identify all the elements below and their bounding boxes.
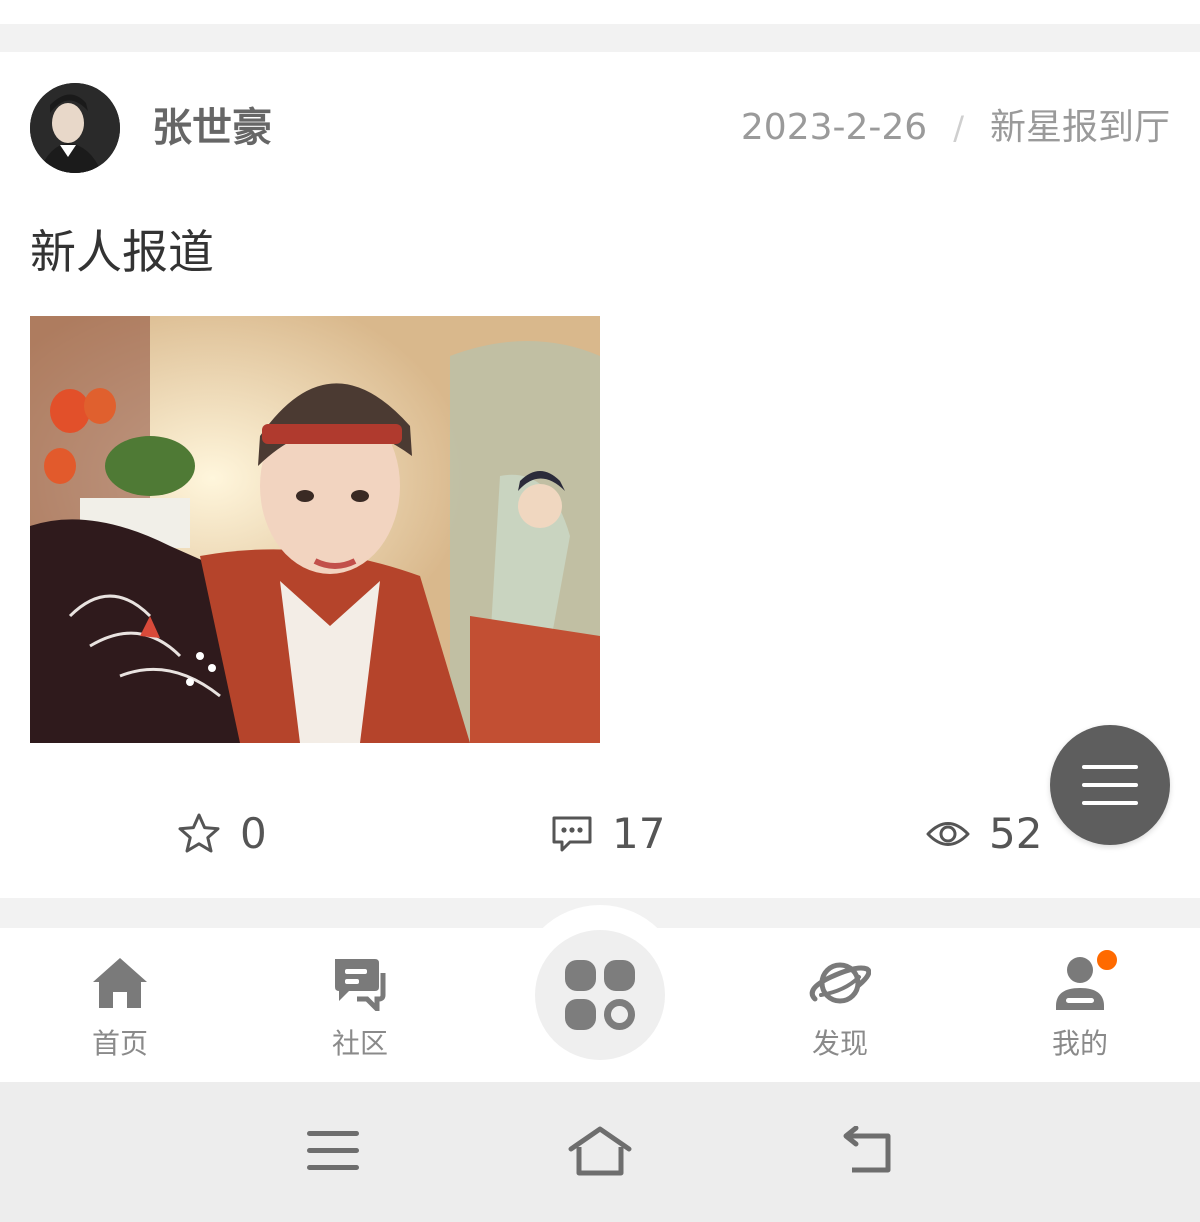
post-photo (30, 316, 600, 743)
system-menu-button[interactable] (297, 1118, 369, 1184)
post-image[interactable] (30, 316, 600, 743)
notification-badge (1094, 947, 1120, 973)
grid-apps-icon (565, 960, 635, 1030)
post-date: 2023-2-26 (740, 107, 928, 148)
system-home-button[interactable] (564, 1118, 636, 1184)
comment-icon[interactable] (550, 814, 594, 854)
tab-home[interactable]: 首页 (60, 950, 180, 1070)
floating-menu-button[interactable] (1050, 725, 1170, 845)
like-stat[interactable]: 0 (176, 808, 267, 860)
avatar[interactable] (30, 83, 120, 173)
tab-community[interactable]: 社区 (300, 950, 420, 1070)
back-icon (843, 1126, 891, 1173)
tab-mine[interactable]: 我的 (1020, 950, 1140, 1070)
tab-home-label: 首页 (91, 1027, 148, 1060)
like-count: 0 (240, 809, 267, 858)
planet-icon (809, 962, 871, 1004)
home-icon (93, 958, 147, 1008)
tab-mine-label: 我的 (1051, 1027, 1108, 1060)
comment-count: 17 (612, 809, 666, 858)
post-card[interactable]: 张世豪 2023-2-26 / 新星报到厅 新人报道 0 17 52 (0, 52, 1200, 898)
post-meta: 2023-2-26 / 新星报到厅 (741, 104, 1170, 152)
view-count: 52 (989, 809, 1043, 858)
view-stat: 52 (925, 808, 1042, 860)
tab-discover[interactable]: 发现 (780, 950, 900, 1070)
system-back-button[interactable] (830, 1118, 902, 1184)
author-name[interactable]: 张世豪 (152, 104, 272, 152)
home-outline-icon (568, 1126, 632, 1176)
tab-community-label: 社区 (331, 1027, 388, 1060)
star-icon[interactable] (176, 812, 222, 856)
chat-bubbles-icon (335, 959, 386, 1011)
top-strip (0, 0, 1200, 24)
tab-center-apps[interactable] (535, 930, 665, 1060)
meta-separator: / (953, 109, 964, 147)
comment-stat[interactable]: 17 (550, 808, 665, 860)
post-title[interactable]: 新人报道 (30, 224, 214, 280)
menu-icon (307, 1131, 359, 1170)
eye-icon (926, 822, 970, 846)
tab-discover-label: 发现 (811, 1027, 868, 1060)
hamburger-icon (1082, 765, 1138, 805)
avatar-photo (30, 83, 120, 173)
post-category[interactable]: 新星报到厅 (990, 104, 1170, 152)
